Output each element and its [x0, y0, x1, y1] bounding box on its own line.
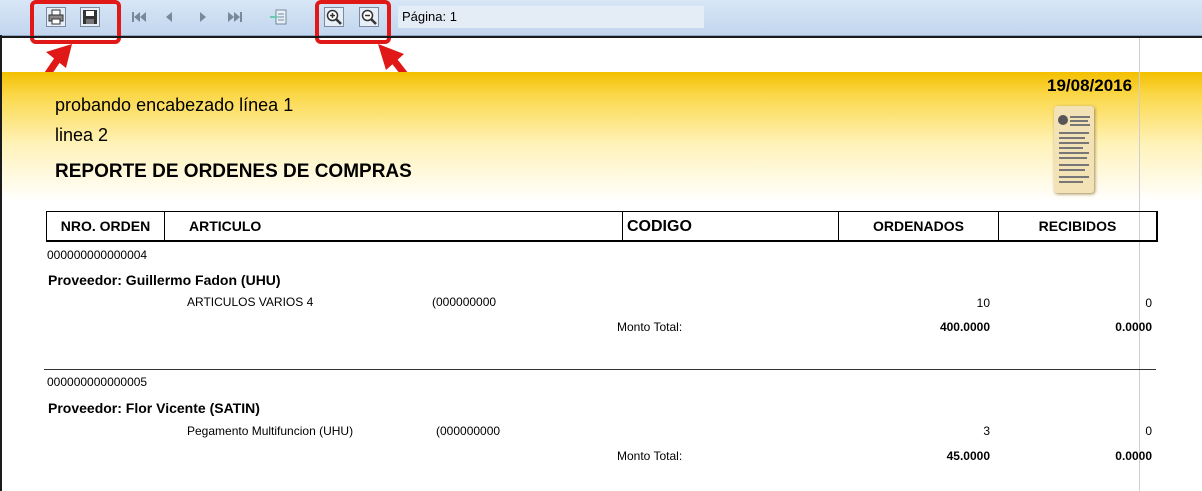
total-label: Monto Total:	[617, 449, 683, 463]
column-header-articulo: ARTICULO	[164, 211, 622, 242]
order-number: 000000000000004	[47, 248, 148, 262]
total-ordered: 400.0000	[939, 320, 990, 334]
total-received: 0.0000	[1115, 449, 1152, 463]
last-page-icon[interactable]	[225, 7, 245, 27]
article-code: (000000000	[432, 295, 497, 309]
page-indicator: Página: 1	[398, 6, 704, 28]
received-qty: 0	[1145, 296, 1152, 310]
report-title: REPORTE DE ORDENES DE COMPRAS	[55, 161, 412, 182]
order-separator	[44, 369, 1156, 370]
column-header-codigo: CODIGO	[622, 211, 838, 242]
article-code: (000000000	[436, 424, 501, 438]
column-header-nro-orden: NRO. ORDEN	[46, 211, 164, 242]
viewer-top-border	[2, 36, 1202, 38]
total-label: Monto Total:	[617, 320, 683, 334]
total-received: 0.0000	[1115, 320, 1152, 334]
report-date: 19/08/2016	[1047, 76, 1133, 95]
supplier-name: Proveedor: Flor Vicente (SATIN)	[48, 400, 260, 416]
article-name: ARTICULOS VARIOS 4	[187, 295, 314, 309]
article-name: Pegamento Multifuncion (UHU)	[187, 424, 354, 438]
export-icon[interactable]	[268, 7, 288, 27]
ordered-qty: 10	[976, 296, 990, 310]
ordered-qty: 3	[983, 424, 990, 438]
column-header-recibidos: RECIBIDOS	[998, 211, 1158, 242]
next-page-icon[interactable]	[193, 7, 213, 27]
order-number: 000000000000005	[47, 375, 148, 389]
received-qty: 0	[1145, 424, 1152, 438]
prev-page-icon[interactable]	[159, 7, 179, 27]
header-line-1: probando encabezado línea 1	[55, 95, 294, 115]
company-logo	[1054, 106, 1094, 193]
report-viewer-toolbar: Página: 1	[0, 0, 1202, 36]
supplier-name: Proveedor: Guillermo Fadon (UHU)	[48, 272, 281, 288]
header-line-2: linea 2	[55, 125, 109, 145]
total-ordered: 45.0000	[946, 449, 990, 463]
first-page-icon[interactable]	[129, 7, 149, 27]
column-header-ordenados: ORDENADOS	[838, 211, 998, 242]
